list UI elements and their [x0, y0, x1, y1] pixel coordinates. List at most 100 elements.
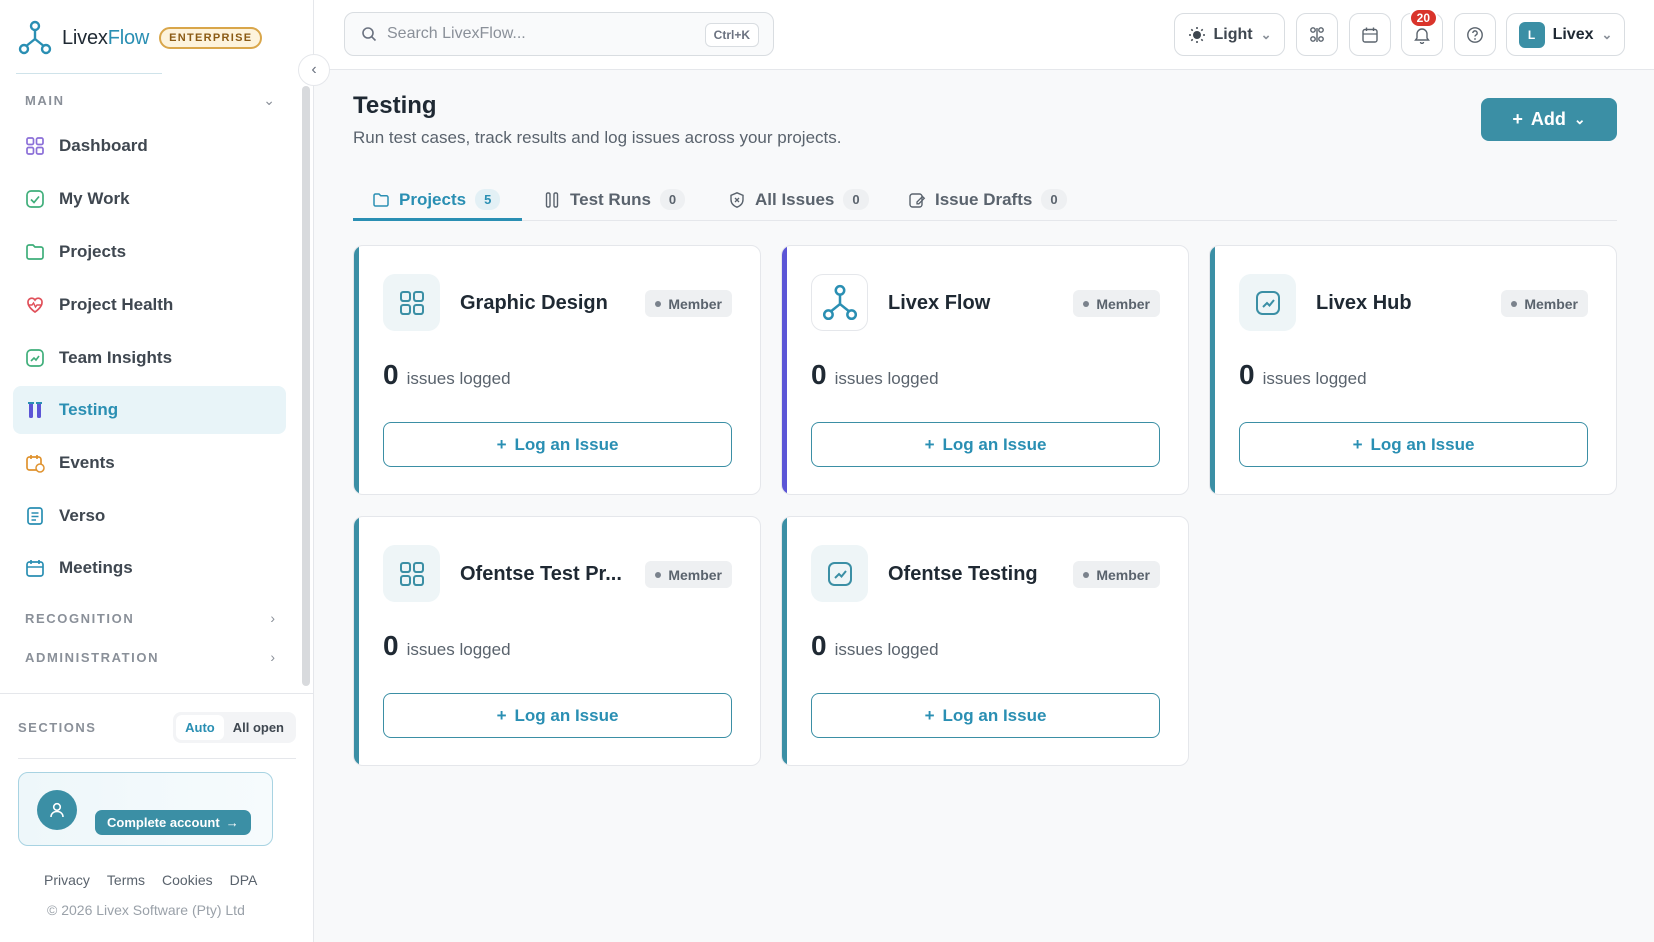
chevron-down-icon: ⌄ — [263, 91, 275, 108]
card-accent-stripe — [1210, 246, 1215, 494]
tab-test-runs[interactable]: Test Runs 0 — [543, 178, 686, 221]
role-badge: Member — [645, 290, 732, 317]
livexflow-logo-icon — [811, 274, 868, 331]
log-issue-label: Log an Issue — [1370, 434, 1475, 454]
dpa-link[interactable]: DPA — [230, 872, 258, 888]
chevron-right-icon: › — [270, 610, 275, 626]
chevron-down-icon: ⌄ — [1601, 26, 1613, 42]
sidebar-item-dashboard[interactable]: Dashboard — [13, 122, 286, 170]
active-tab-indicator — [353, 218, 522, 221]
theme-label: Light — [1213, 25, 1253, 43]
tab-count-badge: 0 — [659, 189, 686, 210]
issue-count: 0 issues logged — [811, 630, 939, 662]
test-tubes-icon — [545, 191, 559, 208]
test-tubes-icon — [25, 400, 45, 420]
tab-count-badge: 5 — [475, 189, 501, 210]
tab-label: Issue Drafts — [935, 189, 1033, 209]
add-button[interactable]: + Add ⌄ — [1481, 98, 1617, 141]
project-card-livex-hub[interactable]: Livex Hub Member 0 issues logged + Log a… — [1209, 245, 1617, 495]
project-card-graphic-design[interactable]: Graphic Design Member 0 issues logged + … — [353, 245, 761, 495]
page-title: Testing — [353, 92, 437, 119]
chevron-down-icon: ⌄ — [1260, 26, 1272, 42]
sidebar-item-label: Team Insights — [59, 348, 173, 367]
arrow-right-icon: → — [225, 815, 239, 830]
log-issue-button[interactable]: + Log an Issue — [1239, 422, 1588, 467]
log-issue-button[interactable]: + Log an Issue — [383, 693, 732, 738]
project-card-ofentse-test-project[interactable]: Ofentse Test Pr... Member 0 issues logge… — [353, 516, 761, 766]
sidebar-item-testing[interactable]: Testing — [13, 386, 286, 434]
issue-count-value: 0 — [811, 630, 827, 661]
log-issue-button[interactable]: + Log an Issue — [383, 422, 732, 467]
check-square-icon — [25, 189, 45, 209]
tab-all-issues[interactable]: All Issues 0 — [728, 178, 869, 221]
theme-switcher[interactable]: Light ⌄ — [1174, 13, 1285, 56]
log-issue-label: Log an Issue — [942, 434, 1047, 454]
issue-count-value: 0 — [1239, 359, 1255, 390]
plus-icon: + — [496, 705, 507, 725]
user-menu-button[interactable]: L Livex ⌄ — [1506, 13, 1625, 56]
page-subtitle: Run test cases, track results and log is… — [353, 128, 842, 147]
complete-account-button[interactable]: Complete account → — [95, 810, 251, 835]
tab-count-badge: 0 — [843, 189, 869, 210]
issue-count-value: 0 — [383, 630, 399, 661]
grid-icon — [383, 274, 440, 331]
brand[interactable]: LivexFlow ENTERPRISE — [16, 18, 263, 58]
divider — [16, 73, 162, 74]
sections-all-open-button[interactable]: All open — [224, 715, 293, 740]
cookies-link[interactable]: Cookies — [162, 872, 213, 888]
search-shortcut-hint: Ctrl+K — [704, 23, 759, 47]
sidebar-item-project-health[interactable]: Project Health — [13, 281, 286, 329]
divider — [0, 693, 314, 694]
calendar-button[interactable] — [1349, 13, 1391, 56]
issue-count: 0 issues logged — [383, 630, 511, 662]
log-issue-button[interactable]: + Log an Issue — [811, 422, 1160, 467]
sidebar-item-events[interactable]: Events — [13, 439, 286, 487]
card-accent-stripe — [354, 517, 359, 765]
sections-auto-button[interactable]: Auto — [176, 714, 224, 740]
sidebar-item-team-insights[interactable]: Team Insights — [13, 334, 286, 382]
project-card-ofentse-testing[interactable]: Ofentse Testing Member 0 issues logged +… — [781, 516, 1189, 766]
sidebar-item-label: Meetings — [59, 558, 133, 577]
sidebar-item-label: Events — [59, 453, 115, 472]
privacy-link[interactable]: Privacy — [44, 872, 90, 888]
collapse-sidebar-button[interactable]: ‹ — [298, 54, 330, 86]
notification-count-badge: 20 — [1408, 8, 1438, 28]
search-box[interactable]: Ctrl+K — [344, 12, 774, 56]
project-card-livex-flow[interactable]: Livex Flow Member 0 issues logged + Log … — [781, 245, 1189, 495]
sidebar-item-meetings[interactable]: Meetings — [13, 544, 286, 592]
issue-count: 0 issues logged — [383, 359, 511, 391]
project-name: Ofentse Testing — [888, 563, 1038, 585]
calendar-clock-icon — [25, 453, 45, 473]
section-recognition-header[interactable]: RECOGNITION › — [25, 608, 275, 628]
sidebar-item-label: Dashboard — [59, 136, 148, 155]
calendar-icon — [1362, 27, 1378, 43]
sidebar-item-label: Project Health — [59, 295, 174, 314]
apps-button[interactable] — [1296, 13, 1338, 56]
sidebar-scrollbar[interactable] — [302, 86, 310, 686]
issue-count-label: issues logged — [834, 640, 939, 659]
shield-x-icon — [730, 191, 744, 208]
tab-count-badge: 0 — [1041, 189, 1067, 210]
notifications-button[interactable]: 20 — [1401, 8, 1443, 56]
section-main-header[interactable]: MAIN ⌄ — [25, 90, 275, 110]
trend-icon — [811, 545, 868, 602]
section-administration-header[interactable]: ADMINISTRATION › — [25, 647, 275, 667]
project-name: Livex Hub — [1316, 292, 1412, 314]
topbar: Ctrl+K Light ⌄ 20 L Livex ⌄ — [314, 0, 1654, 70]
sidebar-item-my-work[interactable]: My Work — [13, 175, 286, 223]
search-input[interactable] — [387, 25, 687, 43]
complete-account-label: Complete account — [107, 815, 220, 830]
notebook-icon — [25, 506, 45, 526]
help-button[interactable] — [1454, 13, 1496, 56]
log-issue-button[interactable]: + Log an Issue — [811, 693, 1160, 738]
complete-account-card: Complete account → — [18, 772, 273, 846]
tab-projects[interactable]: Projects 5 — [372, 178, 501, 221]
grid-icon — [25, 136, 45, 156]
footer-links: Privacy Terms Cookies DPA — [44, 872, 257, 888]
tab-issue-drafts[interactable]: Issue Drafts 0 — [908, 178, 1067, 221]
trend-icon — [1239, 274, 1296, 331]
issue-count-label: issues logged — [406, 369, 511, 388]
terms-link[interactable]: Terms — [107, 872, 145, 888]
sidebar-item-projects[interactable]: Projects — [13, 228, 286, 276]
sidebar-item-verso[interactable]: Verso — [13, 492, 286, 540]
